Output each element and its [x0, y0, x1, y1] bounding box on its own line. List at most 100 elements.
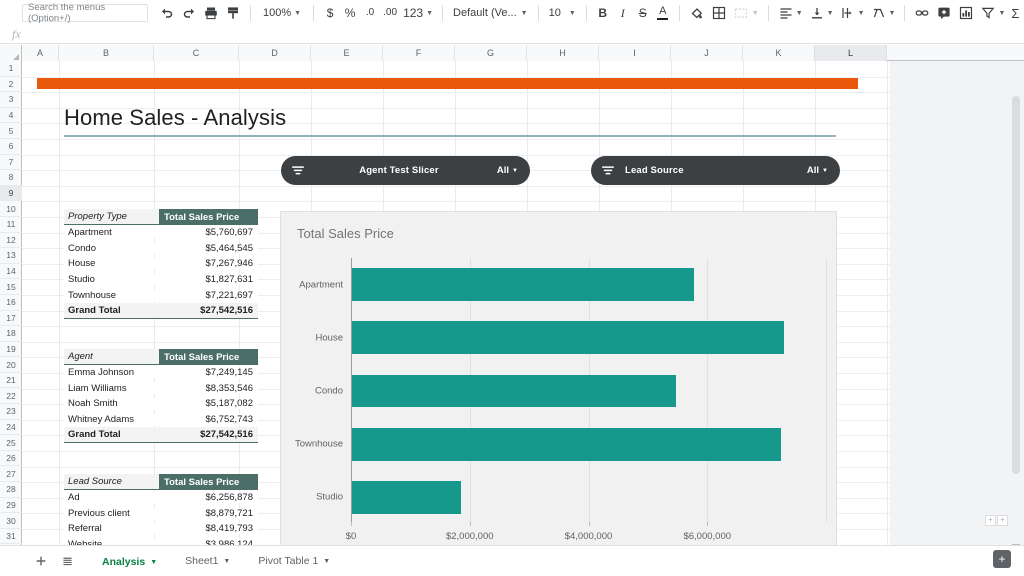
row-header-15[interactable]: 15: [0, 279, 22, 295]
row-header-28[interactable]: 28: [0, 482, 22, 498]
chevron-down-icon[interactable]: ▼: [323, 558, 330, 565]
chevron-down-icon[interactable]: ▼: [223, 558, 230, 565]
strikethrough-button[interactable]: S: [633, 3, 653, 23]
row-header-6[interactable]: 6: [0, 139, 22, 155]
row-header-3[interactable]: 3: [0, 92, 22, 108]
paint-format-icon[interactable]: [222, 3, 244, 23]
chart-bar[interactable]: [352, 481, 461, 514]
all-sheets-icon[interactable]: [56, 550, 78, 572]
pivot-data-row[interactable]: Referral$8,419,793: [64, 521, 258, 537]
column-header-b[interactable]: B: [59, 45, 154, 61]
more-formats-button[interactable]: 123 ▼: [400, 3, 436, 23]
chart-bar[interactable]: [352, 321, 784, 354]
column-header-k[interactable]: K: [743, 45, 815, 61]
row-header-8[interactable]: 8: [0, 170, 22, 186]
zoom-selector[interactable]: 100% ▼: [257, 7, 307, 19]
vertical-align-icon[interactable]: ▼: [806, 3, 837, 23]
column-header-e[interactable]: E: [311, 45, 383, 61]
row-header-1[interactable]: 1: [0, 61, 22, 77]
insert-link-icon[interactable]: [911, 3, 933, 23]
row-header-20[interactable]: 20: [0, 357, 22, 373]
pivot-data-row[interactable]: Condo$5,464,545: [64, 241, 258, 257]
column-header-j[interactable]: J: [671, 45, 743, 61]
row-header-9[interactable]: 9: [0, 186, 22, 202]
add-sheet-button[interactable]: [30, 550, 52, 572]
row-header-2[interactable]: 2: [0, 77, 22, 93]
row-header-5[interactable]: 5: [0, 123, 22, 139]
scroll-up-stepper[interactable]: [1012, 541, 1020, 545]
pivot-data-row[interactable]: Studio$1,827,631: [64, 272, 258, 288]
column-header-d[interactable]: D: [239, 45, 311, 61]
formula-input[interactable]: [21, 27, 1024, 43]
merge-cells-icon[interactable]: ▼: [730, 3, 762, 23]
column-header-l[interactable]: L: [815, 45, 887, 61]
pivot-data-row[interactable]: Liam Williams$8,353,546: [64, 381, 258, 397]
vertical-scrollbar[interactable]: [1010, 91, 1022, 545]
print-icon[interactable]: [200, 3, 222, 23]
column-header-f[interactable]: F: [383, 45, 455, 61]
redo-icon[interactable]: [178, 3, 200, 23]
row-header-13[interactable]: 13: [0, 248, 22, 264]
currency-format-button[interactable]: $: [320, 3, 340, 23]
insert-chart-icon[interactable]: [955, 3, 977, 23]
row-header-16[interactable]: 16: [0, 295, 22, 311]
horizontal-align-icon[interactable]: ▼: [775, 3, 806, 23]
increase-decimal-button[interactable]: .00: [380, 3, 400, 23]
row-header-31[interactable]: 31: [0, 529, 22, 545]
explore-button[interactable]: +: [993, 550, 1011, 568]
row-header-21[interactable]: 21: [0, 373, 22, 389]
row-header-27[interactable]: 27: [0, 466, 22, 482]
undo-icon[interactable]: [156, 3, 178, 23]
pivot-data-row[interactable]: Apartment$5,760,697: [64, 225, 258, 241]
row-header-26[interactable]: 26: [0, 451, 22, 467]
sheet-tab-sheet1[interactable]: Sheet1▼: [171, 546, 244, 576]
column-header-c[interactable]: C: [154, 45, 239, 61]
functions-icon[interactable]: Σ ▼: [1008, 3, 1024, 23]
text-wrap-icon[interactable]: ▼: [837, 3, 868, 23]
pivot-data-row[interactable]: House$7,267,946: [64, 256, 258, 272]
vertical-scrollbar-thumb[interactable]: [1012, 96, 1020, 474]
row-header-24[interactable]: 24: [0, 420, 22, 436]
grid-mini-button-left[interactable]: +: [985, 515, 996, 526]
font-size-selector[interactable]: 10 ▼: [545, 7, 580, 19]
row-header-11[interactable]: 11: [0, 217, 22, 233]
slicer-value[interactable]: All ▼: [497, 165, 518, 176]
row-header-12[interactable]: 12: [0, 233, 22, 249]
row-header-18[interactable]: 18: [0, 326, 22, 342]
row-header-22[interactable]: 22: [0, 388, 22, 404]
sheet-tab-analysis[interactable]: Analysis▼: [88, 546, 171, 576]
chart-bar[interactable]: [352, 268, 694, 301]
percent-format-button[interactable]: %: [340, 3, 360, 23]
row-header-23[interactable]: 23: [0, 404, 22, 420]
text-color-button[interactable]: A: [653, 3, 673, 23]
row-header-10[interactable]: 10: [0, 201, 22, 217]
row-header-19[interactable]: 19: [0, 342, 22, 358]
chart-bar[interactable]: [352, 428, 781, 461]
slicer-value[interactable]: All ▼: [807, 165, 828, 176]
column-header-i[interactable]: I: [599, 45, 671, 61]
sheet-canvas[interactable]: Home Sales - Analysis Agent Test Slicer …: [22, 61, 890, 545]
select-all-corner[interactable]: [0, 45, 22, 61]
grid-mini-button-right[interactable]: +: [997, 515, 1008, 526]
row-header-25[interactable]: 25: [0, 435, 22, 451]
row-header-30[interactable]: 30: [0, 513, 22, 529]
insert-comment-icon[interactable]: [933, 3, 955, 23]
pivot-data-row[interactable]: Townhouse$7,221,697: [64, 287, 258, 303]
column-header-g[interactable]: G: [455, 45, 527, 61]
pivot-data-row[interactable]: Emma Johnson$7,249,145: [64, 365, 258, 381]
column-header-a[interactable]: A: [22, 45, 59, 61]
row-header-17[interactable]: 17: [0, 311, 22, 327]
sheet-tab-pivot-table-1[interactable]: Pivot Table 1▼: [244, 546, 344, 576]
slicer-lead-source[interactable]: Lead Source All ▼: [591, 156, 840, 185]
pivot-data-row[interactable]: Website$3,986,124: [64, 537, 258, 545]
row-header-14[interactable]: 14: [0, 264, 22, 280]
search-menus-input[interactable]: Search the menus (Option+/): [22, 4, 148, 22]
row-header-7[interactable]: 7: [0, 155, 22, 171]
font-family-selector[interactable]: Default (Ve... ▼: [449, 7, 532, 19]
decrease-decimal-button[interactable]: .0: [360, 3, 380, 23]
chart-bar[interactable]: [352, 375, 676, 408]
bold-button[interactable]: B: [593, 3, 613, 23]
row-header-29[interactable]: 29: [0, 498, 22, 514]
text-rotation-icon[interactable]: ▼: [868, 3, 899, 23]
row-header-4[interactable]: 4: [0, 108, 22, 124]
